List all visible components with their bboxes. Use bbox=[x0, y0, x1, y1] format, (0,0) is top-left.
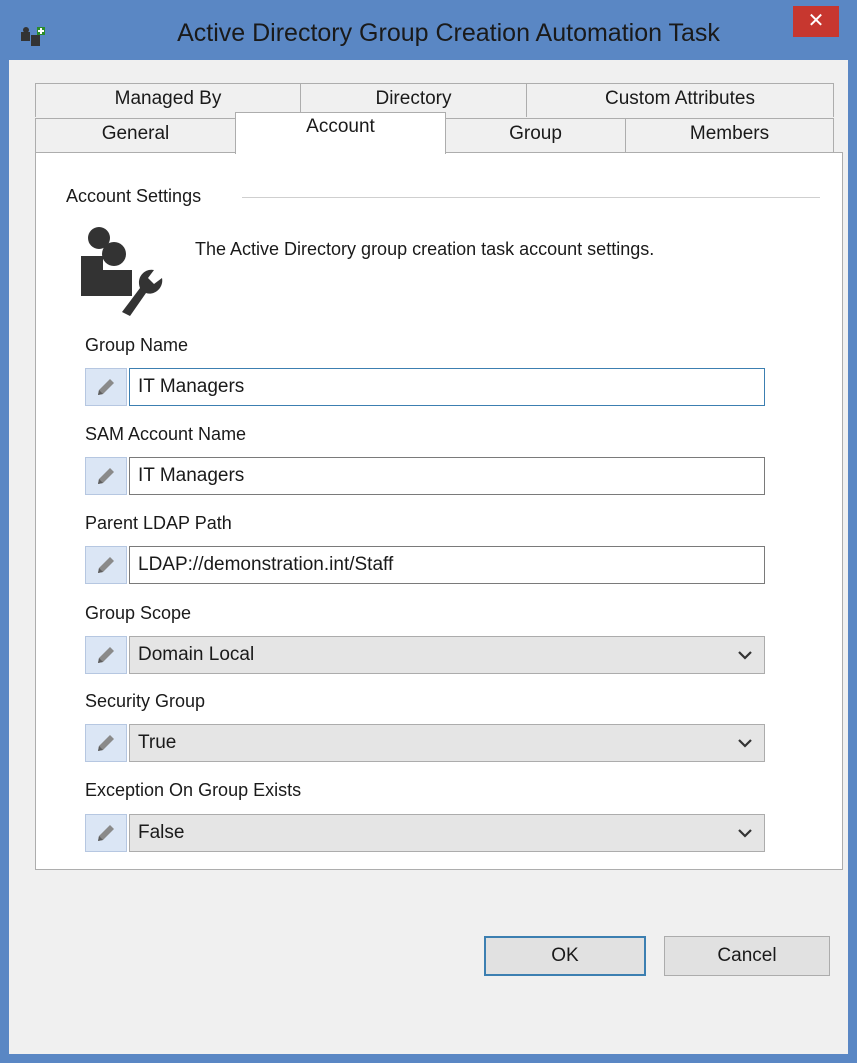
close-button[interactable]: ✕ bbox=[793, 6, 839, 37]
account-settings-icon bbox=[81, 227, 163, 316]
group-name-label: Group Name bbox=[85, 335, 189, 355]
tab-members[interactable]: Members bbox=[625, 118, 834, 152]
exception-on-group-exists-edit-button[interactable] bbox=[85, 814, 127, 852]
sam-account-name-input[interactable]: IT Managers bbox=[129, 457, 765, 495]
close-icon: ✕ bbox=[807, 10, 825, 32]
chevron-down-icon bbox=[738, 637, 752, 673]
dialog-window: Active Directory Group Creation Automati… bbox=[0, 0, 857, 1063]
exception-on-group-exists-select[interactable]: False bbox=[129, 814, 765, 852]
tab-group[interactable]: Group bbox=[445, 118, 626, 152]
parent-ldap-path-label: Parent LDAP Path bbox=[85, 513, 232, 533]
chevron-down-icon bbox=[738, 815, 752, 851]
sam-account-name-edit-button[interactable] bbox=[85, 457, 127, 495]
tab-account[interactable]: Account bbox=[235, 112, 446, 154]
pencil-icon bbox=[98, 825, 114, 841]
group-name-input[interactable]: IT Managers bbox=[129, 368, 765, 406]
ok-button[interactable]: OK bbox=[484, 936, 646, 976]
pencil-icon bbox=[98, 468, 114, 484]
security-group-edit-button[interactable] bbox=[85, 724, 127, 762]
section-description: The Active Directory group creation task… bbox=[195, 239, 655, 259]
security-group-select[interactable]: True bbox=[129, 724, 765, 762]
security-group-value: True bbox=[138, 732, 177, 753]
security-group-label: Security Group bbox=[85, 691, 206, 711]
pencil-icon bbox=[98, 735, 114, 751]
exception-on-group-exists-value: False bbox=[138, 822, 185, 843]
pencil-icon bbox=[98, 557, 114, 573]
group-name-edit-button[interactable] bbox=[85, 368, 127, 406]
group-scope-value: Domain Local bbox=[138, 644, 255, 665]
window-title: Active Directory Group Creation Automati… bbox=[177, 19, 720, 47]
cancel-button[interactable]: Cancel bbox=[664, 936, 830, 976]
dialog-client: Managed By Directory Custom Attributes G… bbox=[9, 60, 848, 1054]
parent-ldap-path-edit-button[interactable] bbox=[85, 546, 127, 584]
pencil-icon bbox=[98, 379, 114, 395]
tab-custom-attributes[interactable]: Custom Attributes bbox=[526, 83, 834, 117]
group-scope-select[interactable]: Domain Local bbox=[129, 636, 765, 674]
tab-general[interactable]: General bbox=[35, 118, 236, 152]
sam-account-name-label: SAM Account Name bbox=[85, 424, 247, 444]
chevron-down-icon bbox=[738, 725, 752, 761]
section-divider bbox=[242, 197, 820, 198]
title-bar[interactable]: Active Directory Group Creation Automati… bbox=[0, 0, 857, 60]
group-scope-edit-button[interactable] bbox=[85, 636, 127, 674]
group-scope-label: Group Scope bbox=[85, 603, 192, 623]
section-title: Account Settings bbox=[66, 186, 212, 207]
exception-on-group-exists-label: Exception On Group Exists bbox=[85, 780, 302, 800]
account-tab-page: Account Settings The Active Directory gr… bbox=[35, 152, 843, 870]
parent-ldap-path-input[interactable]: LDAP://demonstration.int/Staff bbox=[129, 546, 765, 584]
pencil-icon bbox=[98, 647, 114, 663]
